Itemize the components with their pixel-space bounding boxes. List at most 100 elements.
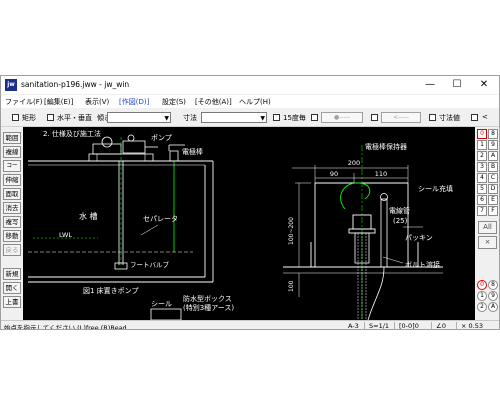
layer-group-5[interactable]: 5: [477, 184, 487, 194]
box-label-1: 防水型ボックス: [183, 294, 232, 303]
status-hint: 始点を指示してください (L)free (R)Read: [4, 324, 127, 330]
tank-label: 水 槽: [79, 211, 98, 221]
tool-erase-button[interactable]: 消去: [3, 202, 21, 214]
menu-bar: ファイル(F) [編集(E)] 表示(V) [作図(D)] 設定(S) [その他…: [1, 95, 499, 108]
layer-0-button[interactable]: 0: [477, 280, 487, 290]
rect-label: 矩形: [22, 114, 36, 122]
layer-9-button[interactable]: 9: [488, 291, 498, 301]
title-bar[interactable]: jw sanitation-p196.jww - jw_win — ☐ ✕: [1, 76, 499, 94]
layer-2-button[interactable]: 2: [477, 302, 487, 312]
layer-1-button[interactable]: 1: [477, 291, 487, 301]
layer-group-1[interactable]: 1: [477, 140, 487, 150]
pump-label: ポンプ: [151, 134, 172, 142]
deg15-checkbox[interactable]: [273, 114, 280, 121]
tool-undo-button[interactable]: 戻る: [3, 244, 21, 256]
dim-90: 90: [330, 170, 338, 178]
layer-8-button[interactable]: 8: [488, 280, 498, 290]
menu-other[interactable]: [その他(A)]: [195, 97, 232, 107]
dim-combo[interactable]: ▼: [201, 112, 267, 123]
slope-combo[interactable]: ▼: [107, 112, 171, 123]
dimval-checkbox[interactable]: [429, 114, 436, 121]
status-divider: [364, 322, 365, 329]
holder-label: 電極棒保持器: [365, 142, 407, 151]
layer-group-d[interactable]: D: [488, 184, 498, 194]
layer-group-0[interactable]: 0: [477, 129, 487, 139]
dim-200: 200: [348, 159, 360, 167]
seal-label: シール: [151, 300, 172, 308]
dashes-button[interactable]: <-----: [381, 112, 421, 123]
status-angle[interactable]: ∠0: [436, 322, 446, 329]
chevron-down-icon: ▼: [260, 115, 265, 122]
tool-corner-button[interactable]: コーナー: [3, 160, 21, 180]
status-divider: [456, 322, 457, 329]
menu-edit[interactable]: [編集(E)]: [44, 97, 73, 107]
chevron-down-icon: ▼: [164, 115, 169, 122]
layer-group-9[interactable]: 9: [488, 140, 498, 150]
menu-settings[interactable]: 設定(S): [162, 97, 186, 107]
layer-group-a[interactable]: A: [488, 151, 498, 161]
drawing-canvas[interactable]: 2. 仕様及び施工法 水 槽 ポンプ 電極棒 セパレータ LWL フートバルブ …: [23, 127, 475, 320]
lt-checkbox[interactable]: [471, 114, 478, 121]
pump-drawing: [88, 134, 158, 162]
left-tool-palette: 範囲 複線 コーナー 伸縮 面取 消去 複写 移動 戻る 新規 開く 上書: [1, 127, 22, 320]
layer-group-e[interactable]: E: [488, 195, 498, 205]
tool-move-button[interactable]: 移動: [3, 230, 21, 242]
status-layer[interactable]: [0-0]0: [399, 322, 419, 329]
status-divider: [431, 322, 432, 329]
tool-offset-button[interactable]: 複線: [3, 146, 21, 158]
layer-group-4[interactable]: 4: [477, 173, 487, 183]
tool-options-bar: 矩形 水平・垂直 傾き ▼ 寸法 ▼ 15度毎 ●----- <----- 寸法…: [1, 109, 499, 127]
menu-file[interactable]: ファイル(F): [5, 97, 43, 107]
layer-group-7[interactable]: 7: [477, 206, 487, 216]
status-sheet[interactable]: A-3: [348, 322, 359, 329]
seal-fill-label: シール充填: [418, 184, 453, 193]
dots-button[interactable]: ●-----: [321, 112, 363, 123]
tool-open-button[interactable]: 開く: [3, 282, 21, 294]
maximize-button[interactable]: ☐: [444, 76, 470, 94]
bolt-label: ボルト溶接: [405, 260, 440, 269]
minimize-button[interactable]: —: [417, 76, 443, 94]
dots-checkbox[interactable]: [311, 114, 318, 121]
menu-view[interactable]: 表示(V): [85, 97, 109, 107]
layer-group-f[interactable]: F: [488, 206, 498, 216]
status-zoom[interactable]: × 0.53: [461, 322, 483, 329]
lwl-label: LWL: [59, 231, 72, 239]
packing-label: パッキン: [405, 234, 433, 242]
water-tank: [28, 137, 214, 283]
separator-leader: [140, 224, 159, 236]
electrode-holder-detail: [283, 145, 443, 320]
rect-checkbox[interactable]: [12, 114, 19, 121]
layer-group-8[interactable]: 8: [488, 129, 498, 139]
layer-group-3[interactable]: 3: [477, 162, 487, 172]
dim-110: 110: [375, 170, 387, 178]
lt-label: <: [482, 113, 488, 121]
tube-label-2: (25): [393, 217, 408, 225]
dim-label: 寸法: [183, 114, 197, 122]
layer-group-b[interactable]: B: [488, 162, 498, 172]
close-button[interactable]: ✕: [471, 76, 497, 94]
waterproof-box-shape: [150, 308, 182, 320]
all-layers-button[interactable]: All: [478, 221, 497, 234]
status-scale[interactable]: S=1/1: [369, 322, 389, 329]
layer-x-button[interactable]: ×: [478, 236, 497, 249]
hv-checkbox[interactable]: [47, 114, 54, 121]
status-divider: [394, 322, 395, 329]
layer-group-c[interactable]: C: [488, 173, 498, 183]
tool-chamfer-button[interactable]: 面取: [3, 188, 21, 200]
tool-copy-button[interactable]: 複写: [3, 216, 21, 228]
tool-save-button[interactable]: 上書: [3, 296, 21, 308]
layer-group-2[interactable]: 2: [477, 151, 487, 161]
menu-help[interactable]: ヘルプ(H): [239, 97, 271, 107]
dimval-label: 寸法値: [439, 114, 460, 122]
foot-valve-label: フートバルブ: [130, 260, 170, 269]
tool-extend-button[interactable]: 伸縮: [3, 174, 21, 186]
deg15-label: 15度毎: [283, 114, 306, 122]
layer-group-6[interactable]: 6: [477, 195, 487, 205]
tool-range-button[interactable]: 範囲: [3, 132, 21, 144]
right-layer-panel: 0 8 1 9 2 A 3 B 4 C 5 D 6 E 7 F All × 0 …: [476, 127, 499, 320]
tool-new-button[interactable]: 新規: [3, 268, 21, 280]
separator-label: セパレータ: [143, 214, 178, 223]
menu-draw[interactable]: [作図(D)]: [119, 97, 149, 107]
dashes-checkbox[interactable]: [371, 114, 378, 121]
layer-a-button[interactable]: A: [488, 302, 498, 312]
